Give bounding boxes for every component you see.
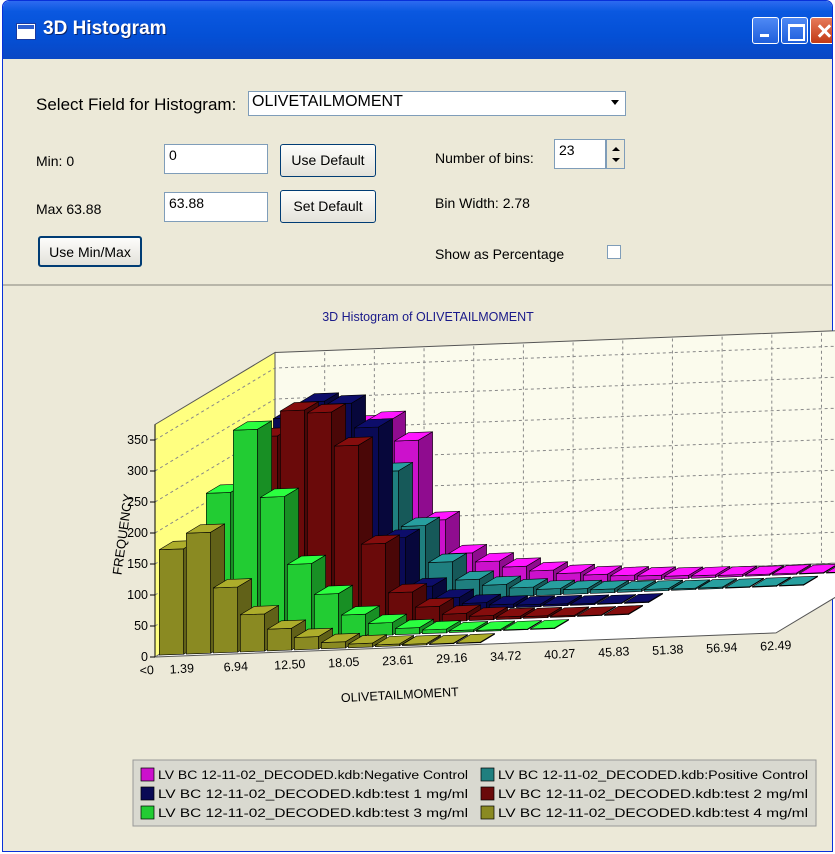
legend-swatch — [480, 767, 495, 782]
x-tick-label: 18.05 — [328, 655, 360, 671]
x-tick-label: 29.16 — [436, 651, 468, 667]
x-tick-label: 6.94 — [223, 659, 248, 674]
dropdown-arrow-icon[interactable] — [611, 100, 619, 105]
x-tick-label: 62.49 — [760, 638, 792, 654]
bar-front-face — [294, 636, 319, 651]
x-tick-label: 1.39 — [169, 661, 194, 676]
legend-label: LV BC 12-11-02_DECODED.kdb:test 4 mg/ml — [498, 806, 808, 820]
x-tick-label: 34.72 — [490, 649, 522, 665]
bar-front-face — [213, 586, 238, 654]
legend-label: LV BC 12-11-02_DECODED.kdb:Negative Cont… — [158, 768, 468, 782]
window-title: 3D Histogram — [43, 18, 167, 39]
legend-swatch — [140, 805, 155, 820]
use-min-max-button[interactable]: Use Min/Max — [38, 236, 142, 267]
y-tick-label: 0 — [141, 650, 148, 664]
bar-front-face — [509, 586, 534, 597]
chart-legend: LV BC 12-11-02_DECODED.kdb:Negative Cont… — [132, 759, 817, 827]
legend-swatch — [480, 786, 495, 801]
field-select-value: OLIVETAILMOMENT — [252, 93, 403, 110]
bar-front-face — [368, 622, 393, 637]
x-tick-label: 40.27 — [544, 646, 576, 662]
field-select-label: Select Field for Histogram: — [36, 95, 237, 114]
x-tick-label: 45.83 — [598, 644, 630, 660]
app-window-icon — [16, 23, 36, 40]
bins-input[interactable]: 23 — [554, 139, 606, 169]
x-tick-label: <0 — [139, 663, 154, 678]
legend-swatch — [140, 786, 155, 801]
bin-width-label: Bin Width: 2.78 — [435, 195, 530, 211]
title-bar[interactable]: 3D Histogram — [3, 1, 832, 59]
bins-label: Number of bins: — [435, 150, 534, 166]
legend-swatch — [480, 805, 495, 820]
min-input[interactable]: 0 — [164, 144, 268, 174]
y-tick-label: 300 — [127, 464, 148, 478]
y-tick-label: 100 — [127, 588, 148, 602]
legend-label: LV BC 12-11-02_DECODED.kdb:test 1 mg/ml — [158, 787, 468, 801]
histogram-chart: 050100150200250300350<0 1.39 6.94 12.50 18.0… — [109, 310, 835, 827]
minimize-button[interactable] — [752, 17, 779, 44]
chart-title: 3D Histogram of OLIVETAILMOMENT — [322, 310, 534, 324]
x-tick-label: 23.61 — [382, 653, 414, 669]
maximize-button[interactable] — [781, 17, 808, 44]
max-input[interactable]: 63.88 — [164, 192, 268, 222]
bar-front-face — [267, 627, 292, 652]
legend-label: LV BC 12-11-02_DECODED.kdb:test 3 mg/ml — [158, 806, 468, 820]
y-tick-label: 50 — [134, 619, 148, 633]
use-default-button[interactable]: Use Default — [280, 144, 376, 177]
bins-spinner[interactable] — [606, 139, 625, 169]
legend-label: LV BC 12-11-02_DECODED.kdb:Positive Cont… — [498, 768, 808, 782]
spin-down-icon[interactable] — [612, 158, 620, 162]
field-select-dropdown[interactable]: OLIVETAILMOMENT — [248, 91, 626, 116]
x-tick-label: 51.38 — [652, 642, 684, 658]
x-tick-label: 56.94 — [706, 640, 738, 656]
x-axis-label: OLIVETAILMOMENT — [341, 685, 460, 705]
percentage-label: Show as Percentage — [435, 246, 565, 262]
min-label: Min: 0 — [36, 153, 75, 169]
legend-label: LV BC 12-11-02_DECODED.kdb:test 2 mg/ml — [498, 787, 808, 801]
x-tick-label: 12.50 — [274, 657, 306, 673]
bar-front-face — [442, 612, 467, 623]
bar-front-face — [159, 548, 184, 656]
y-tick-label: 150 — [127, 557, 148, 571]
close-button[interactable] — [810, 17, 832, 44]
percentage-checkbox[interactable] — [607, 245, 621, 259]
spin-up-icon[interactable] — [612, 147, 620, 151]
set-default-button[interactable]: Set Default — [280, 190, 376, 223]
max-label: Max 63.88 — [36, 201, 102, 217]
legend-swatch — [140, 767, 155, 782]
bar-front-face — [186, 531, 211, 655]
y-tick-label: 350 — [127, 433, 148, 447]
bar-front-face — [240, 613, 265, 653]
